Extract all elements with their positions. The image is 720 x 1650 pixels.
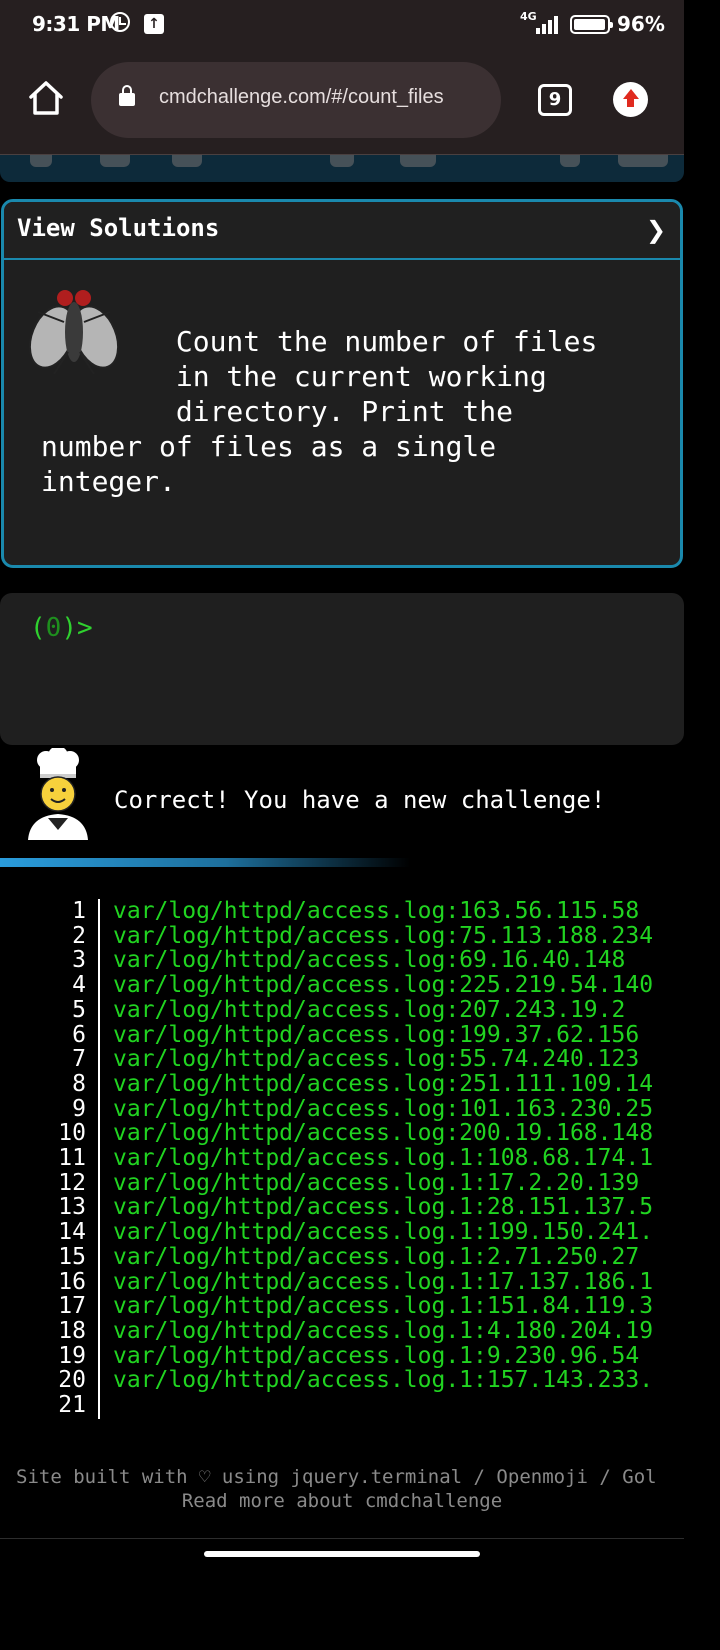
status-time: 9:31 PM	[32, 12, 120, 36]
line-text: var/log/httpd/access.log.1:2.71.250.27	[113, 1243, 640, 1270]
output-line: 11 var/log/httpd/access.log.1:108.68.174.…	[0, 1146, 684, 1171]
line-text: var/log/httpd/access.log:200.19.168.148	[113, 1120, 654, 1147]
home-handle[interactable]	[204, 1551, 480, 1557]
terminal-input[interactable]: (0)>	[0, 593, 684, 745]
output-line: 18 var/log/httpd/access.log.1:4.180.204.1…	[0, 1317, 684, 1344]
line-text: var/log/httpd/access.log:101.163.230.25	[113, 1095, 654, 1122]
output-line: 4 var/log/httpd/access.log:225.219.54.140	[0, 973, 684, 998]
line-text: var/log/httpd/access.log:55.74.240.123	[113, 1046, 640, 1073]
address-bar[interactable]: cmdchallenge.com/#/count_files	[91, 62, 501, 138]
footer-credits[interactable]: Site built with ♡ using jquery.terminal …	[16, 1466, 657, 1488]
chef-icon	[28, 748, 88, 840]
output-line: 10 var/log/httpd/access.log:200.19.168.14…	[0, 1121, 684, 1146]
line-number: 15	[58, 1243, 86, 1270]
output-line: 14 var/log/httpd/access.log.1:199.150.241…	[0, 1220, 684, 1245]
line-number: 20	[58, 1367, 86, 1394]
tabs-icon[interactable]: 9	[538, 84, 572, 116]
banner-strip	[0, 155, 684, 182]
line-text: var/log/httpd/access.log.1:17.2.20.139	[113, 1169, 640, 1196]
success-message: Correct! You have a new challenge!	[114, 786, 606, 814]
progress-bar	[0, 858, 410, 867]
output-line: 2 var/log/httpd/access.log:75.113.188.234	[0, 922, 684, 949]
output-line: 16 var/log/httpd/access.log.1:17.137.186.…	[0, 1268, 684, 1295]
url-text[interactable]: cmdchallenge.com/#/count_files	[159, 86, 444, 109]
output-line: 8 var/log/httpd/access.log:251.111.109.14	[0, 1070, 684, 1097]
line-number: 6	[72, 1021, 86, 1048]
output-line: 7 var/log/httpd/access.log:55.74.240.123	[0, 1047, 684, 1072]
line-number: 7	[72, 1046, 86, 1073]
line-text: var/log/httpd/access.log.1:4.180.204.19	[113, 1317, 654, 1344]
line-number: 2	[72, 922, 86, 949]
line-text: var/log/httpd/access.log:207.243.19.2	[113, 996, 626, 1023]
output-line: 5 var/log/httpd/access.log:207.243.19.2	[0, 996, 684, 1023]
read-more-link[interactable]: Read more about cmdchallenge	[0, 1490, 684, 1512]
line-text: var/log/httpd/access.log:225.219.54.140	[113, 972, 654, 999]
output-line: 3 var/log/httpd/access.log:69.16.40.148	[0, 948, 684, 973]
view-solutions-header[interactable]: View Solutions ❯	[4, 202, 680, 260]
line-number: 14	[58, 1219, 86, 1246]
output-line: 21	[0, 1393, 684, 1418]
chevron-right-icon[interactable]: ❯	[646, 216, 666, 244]
line-number: 3	[72, 947, 86, 974]
line-number: 11	[58, 1145, 86, 1171]
output-line: 20 var/log/httpd/access.log.1:157.143.233…	[0, 1368, 684, 1393]
lock-icon[interactable]	[119, 85, 135, 106]
line-text: var/log/httpd/access.log.1:151.84.119.3	[113, 1293, 654, 1320]
line-text: var/log/httpd/access.log.1:199.150.241.	[113, 1219, 654, 1246]
browser-toolbar: cmdchallenge.com/#/count_files 9	[0, 50, 684, 155]
line-number: 9	[72, 1095, 86, 1122]
upload-icon: ↑	[144, 14, 164, 34]
network-type: 4G	[520, 10, 537, 23]
output-line: 19 var/log/httpd/access.log.1:9.230.96.54	[0, 1342, 684, 1369]
line-number: 1	[72, 899, 86, 924]
line-number: 17	[58, 1293, 86, 1320]
line-text: var/log/httpd/access.log:163.56.115.58	[113, 899, 640, 924]
home-icon[interactable]	[28, 80, 64, 116]
terminal-prompt[interactable]: (0)>	[30, 613, 93, 643]
output-line: 9 var/log/httpd/access.log:101.163.230.25	[0, 1095, 684, 1122]
prompt-open: (	[30, 613, 46, 643]
line-number: 8	[72, 1070, 86, 1097]
battery-icon	[570, 15, 613, 34]
view-solutions-label[interactable]: View Solutions	[17, 214, 219, 242]
status-bar: 9:31 PM ↑ 4G 96%	[0, 0, 684, 50]
prompt-close: )>	[61, 613, 93, 643]
output-line: 17 var/log/httpd/access.log.1:151.84.119.…	[0, 1294, 684, 1319]
line-text: var/log/httpd/access.log.1:28.151.137.5	[113, 1194, 654, 1221]
output-line: 6 var/log/httpd/access.log:199.37.62.156	[0, 1021, 684, 1048]
signal-icon	[536, 14, 562, 34]
line-number: 12	[58, 1169, 86, 1196]
line-number: 5	[72, 996, 86, 1023]
line-text: var/log/httpd/access.log.1:9.230.96.54	[113, 1342, 640, 1369]
update-icon[interactable]	[613, 82, 648, 117]
output-line: 1 var/log/httpd/access.log:163.56.115.58	[0, 899, 684, 924]
line-text: var/log/httpd/access.log.1:17.137.186.1	[113, 1268, 654, 1295]
line-number: 4	[72, 972, 86, 999]
gesture-bar	[0, 1538, 684, 1569]
line-number: 10	[58, 1120, 86, 1147]
output-line: 13 var/log/httpd/access.log.1:28.151.137.…	[0, 1195, 684, 1220]
output-line: 12 var/log/httpd/access.log.1:17.2.20.139	[0, 1169, 684, 1196]
line-text: var/log/httpd/access.log:199.37.62.156	[113, 1021, 640, 1048]
challenge-card: View Solutions ❯ Count the number of fil…	[1, 199, 683, 568]
output-listing: 1 var/log/httpd/access.log:163.56.115.58 2…	[0, 899, 684, 1419]
line-number: 21	[58, 1392, 86, 1418]
line-number: 13	[58, 1194, 86, 1221]
line-text: var/log/httpd/access.log.1:157.143.233.	[113, 1367, 654, 1394]
battery-percent: 96%	[617, 12, 665, 36]
line-text: var/log/httpd/access.log:69.16.40.148	[113, 947, 626, 974]
line-text: var/log/httpd/access.log.1:108.68.174.1	[113, 1145, 654, 1171]
output-line: 15 var/log/httpd/access.log.1:2.71.250.27	[0, 1243, 684, 1270]
prompt-count: 0	[45, 613, 62, 643]
challenge-description: Count the number of files in the current…	[41, 325, 598, 498]
line-text: var/log/httpd/access.log:251.111.109.14	[113, 1070, 654, 1097]
line-number: 19	[58, 1342, 86, 1369]
line-number: 18	[58, 1317, 86, 1344]
tab-count: 9	[548, 89, 562, 110]
line-text: var/log/httpd/access.log:75.113.188.234	[113, 922, 654, 949]
alarm-icon	[110, 12, 130, 32]
line-number: 16	[58, 1268, 86, 1295]
